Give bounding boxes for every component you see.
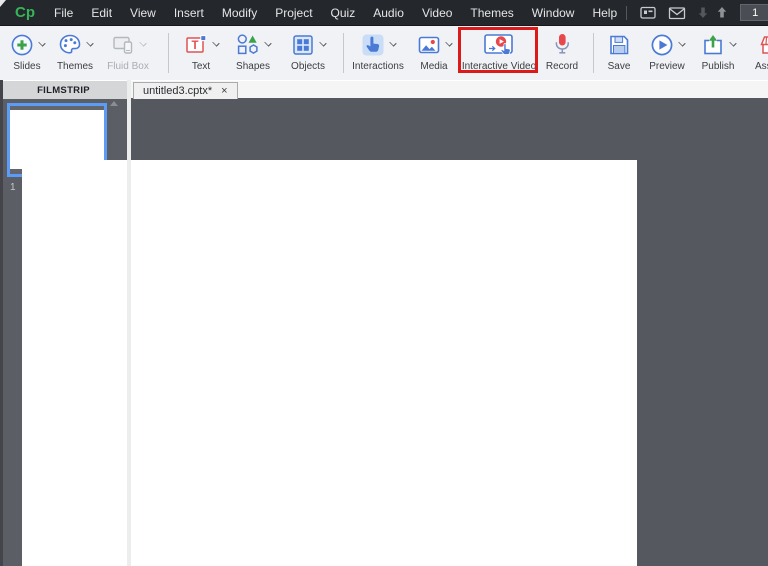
objects-grid-icon bbox=[290, 32, 316, 58]
record-button[interactable]: Record bbox=[540, 29, 584, 77]
interactive-video-button[interactable]: Interactive Video bbox=[462, 29, 536, 77]
shapes-button[interactable]: Shapes bbox=[230, 29, 276, 77]
svg-text:T: T bbox=[191, 40, 198, 52]
save-floppy-icon bbox=[606, 32, 632, 58]
preview-play-icon bbox=[649, 32, 675, 58]
objects-button[interactable]: Objects bbox=[283, 29, 333, 77]
menu-window[interactable]: Window bbox=[523, 6, 584, 20]
text-icon: T bbox=[183, 32, 209, 58]
menu-themes[interactable]: Themes bbox=[461, 6, 522, 20]
tab-untitled3[interactable]: untitled3.cptx* × bbox=[133, 82, 238, 99]
save-button[interactable]: Save bbox=[598, 29, 640, 77]
fluid-box-icon bbox=[110, 32, 136, 58]
interactions-button[interactable]: Interactions bbox=[351, 29, 405, 77]
publish-button[interactable]: Publish bbox=[695, 29, 741, 77]
arrow-down-icon[interactable] bbox=[696, 5, 710, 20]
text-dropdown-icon[interactable] bbox=[212, 39, 219, 46]
slide-number-input[interactable] bbox=[740, 4, 768, 21]
menu-project[interactable]: Project bbox=[266, 6, 321, 20]
menubar-separator bbox=[626, 6, 627, 20]
menu-edit[interactable]: Edit bbox=[82, 6, 121, 20]
media-image-icon bbox=[416, 32, 442, 58]
slides-dropdown-icon[interactable] bbox=[38, 39, 45, 46]
media-button[interactable]: Media bbox=[410, 29, 458, 77]
mail-icon[interactable] bbox=[668, 6, 686, 20]
menu-help[interactable]: Help bbox=[583, 6, 626, 20]
assets-button[interactable]: Assets bbox=[748, 29, 768, 77]
thumbnail-top-strip bbox=[10, 106, 104, 110]
interactive-video-icon bbox=[482, 31, 516, 58]
media-dropdown-icon[interactable] bbox=[445, 39, 452, 46]
preview-dropdown-icon[interactable] bbox=[678, 39, 685, 46]
mouse-cursor-artifact bbox=[0, 0, 6, 7]
interactions-dropdown-icon[interactable] bbox=[389, 39, 396, 46]
filmstrip-panel-header[interactable]: FILMSTRIP bbox=[0, 81, 127, 99]
window-left-edge bbox=[0, 80, 3, 566]
menu-bar: Cp File Edit View Insert Modify Project … bbox=[0, 0, 768, 26]
filmstrip-scroll-up-icon[interactable] bbox=[110, 101, 118, 106]
toolbar-separator-2 bbox=[343, 33, 344, 73]
menu-modify[interactable]: Modify bbox=[213, 6, 266, 20]
tab-close-icon[interactable]: × bbox=[221, 86, 227, 97]
themes-button[interactable]: Themes bbox=[51, 29, 99, 77]
slide-number-label: 1 bbox=[10, 182, 16, 193]
main-area: 1 bbox=[0, 98, 768, 566]
menu-video[interactable]: Video bbox=[413, 6, 461, 20]
menu-quiz[interactable]: Quiz bbox=[322, 6, 365, 20]
fluid-box-button[interactable]: Fluid Box bbox=[102, 29, 154, 77]
slide-stage[interactable] bbox=[22, 160, 637, 566]
presenter-screen-icon[interactable] bbox=[639, 5, 657, 21]
preview-button[interactable]: Preview bbox=[644, 29, 690, 77]
toolbar: Slides Themes Fluid Box bbox=[0, 26, 768, 80]
menu-insert[interactable]: Insert bbox=[165, 6, 213, 20]
app-logo: Cp bbox=[15, 4, 35, 21]
shapes-icon bbox=[235, 32, 261, 58]
arrow-up-icon[interactable] bbox=[715, 5, 729, 20]
menu-view[interactable]: View bbox=[121, 6, 165, 20]
toolbar-separator bbox=[168, 33, 169, 73]
themes-palette-icon bbox=[57, 32, 83, 58]
fluid-box-dropdown-icon bbox=[139, 39, 146, 46]
assets-icon bbox=[757, 32, 768, 58]
text-button[interactable]: T Text bbox=[179, 29, 223, 77]
menu-file[interactable]: File bbox=[45, 6, 82, 20]
interactions-hand-icon bbox=[360, 32, 386, 58]
publish-icon bbox=[700, 32, 726, 58]
menu-audio[interactable]: Audio bbox=[364, 6, 413, 20]
tab-row: FILMSTRIP untitled3.cptx* × bbox=[0, 80, 768, 98]
publish-dropdown-icon[interactable] bbox=[729, 39, 736, 46]
themes-dropdown-icon[interactable] bbox=[86, 39, 93, 46]
tab-label: untitled3.cptx* bbox=[143, 85, 212, 97]
panel-divider[interactable] bbox=[127, 80, 131, 566]
toolbar-separator-3 bbox=[593, 33, 594, 73]
shapes-dropdown-icon[interactable] bbox=[264, 39, 271, 46]
objects-dropdown-icon[interactable] bbox=[319, 39, 326, 46]
record-microphone-icon bbox=[549, 31, 575, 58]
slides-button[interactable]: Slides bbox=[4, 29, 50, 77]
add-slide-icon bbox=[9, 32, 35, 58]
